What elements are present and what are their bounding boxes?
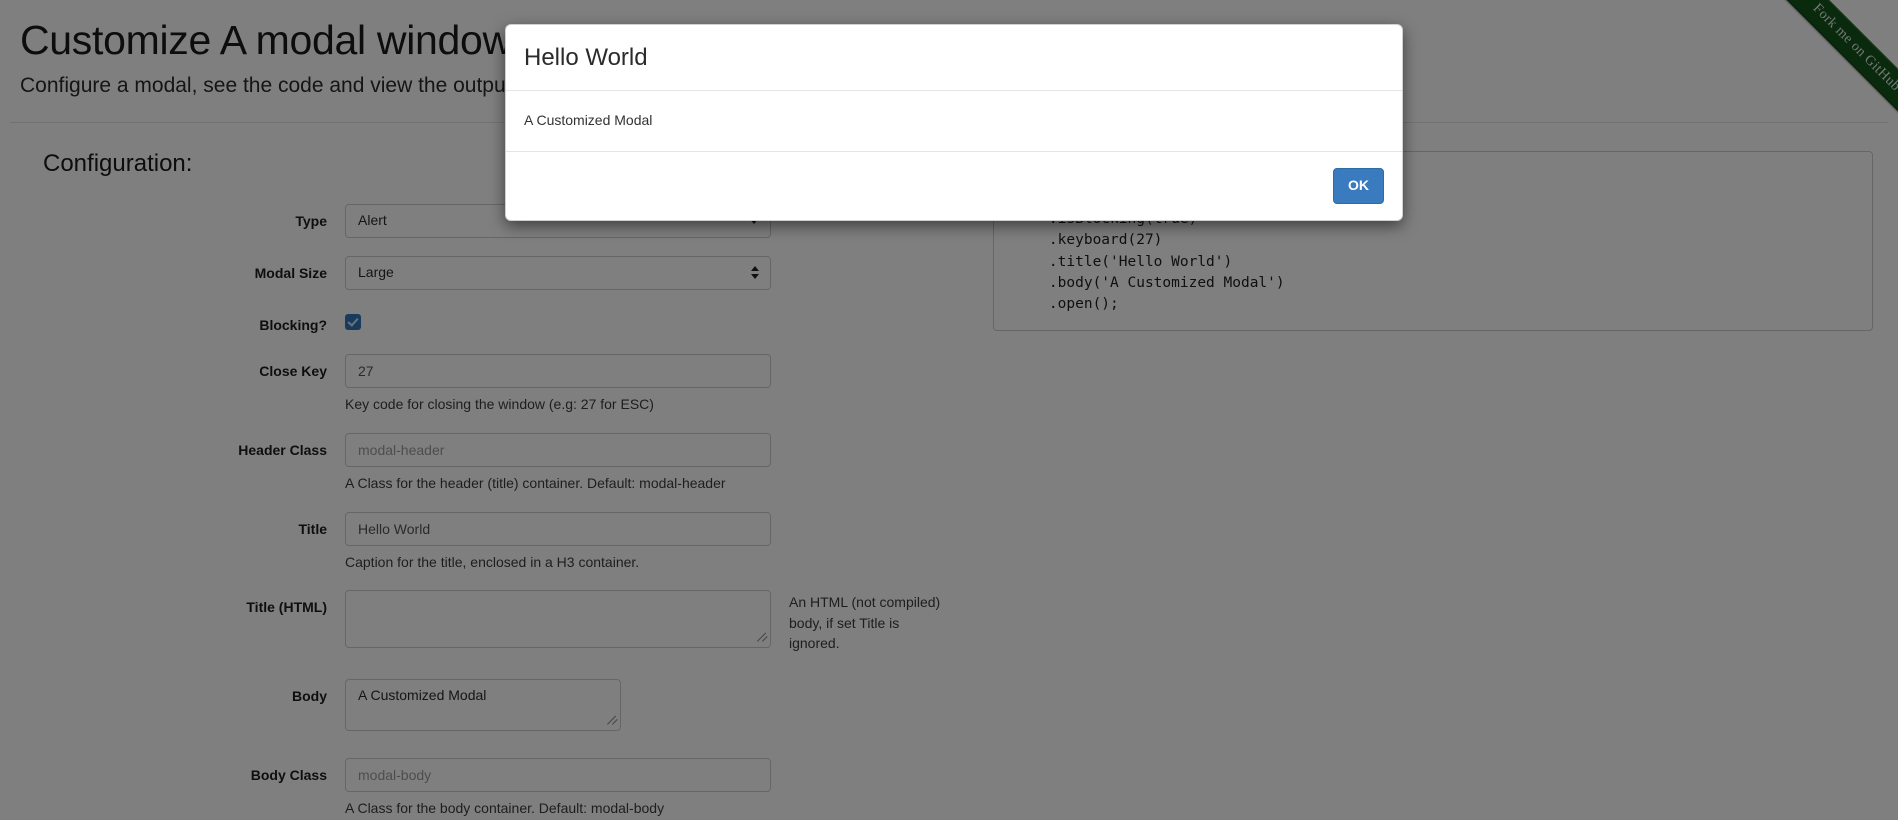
modal-title: Hello World — [524, 45, 1384, 71]
ok-button[interactable]: OK — [1333, 168, 1384, 204]
modal-body: A Customized Modal — [506, 91, 1402, 151]
modal-header: Hello World — [506, 25, 1402, 91]
modal-footer: OK — [506, 151, 1402, 220]
modal-dialog: Hello World A Customized Modal OK — [505, 24, 1403, 221]
